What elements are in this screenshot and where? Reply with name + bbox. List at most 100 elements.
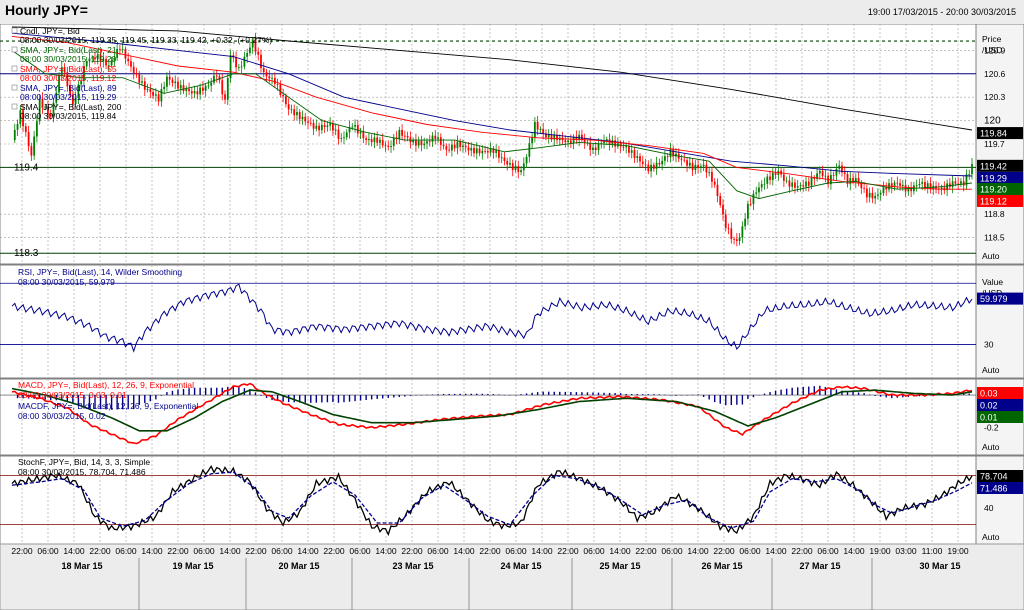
candle bbox=[818, 170, 821, 174]
rsi-legend-value: 08:00 30/03/2015, 59.979 bbox=[18, 277, 115, 287]
macd-histogram-bar bbox=[337, 395, 340, 403]
macd-legend-name: MACD, JPY=, Bid(Last), 12, 26, 9, Expone… bbox=[18, 380, 194, 390]
macd-histogram-bar bbox=[797, 387, 799, 396]
candle bbox=[312, 123, 315, 129]
candle bbox=[13, 129, 16, 141]
macd-histogram-bar bbox=[426, 394, 428, 396]
macd-histogram-bar bbox=[664, 394, 666, 396]
candle bbox=[791, 182, 794, 187]
candle bbox=[152, 91, 154, 96]
price-auto-button[interactable]: Auto bbox=[982, 251, 1000, 261]
rsi-tick-label: 30 bbox=[984, 339, 994, 349]
candle bbox=[666, 156, 669, 158]
candle bbox=[636, 156, 639, 159]
candle bbox=[450, 144, 453, 151]
candle bbox=[437, 137, 439, 139]
candle bbox=[650, 164, 652, 172]
time-tick-label: 22:00 bbox=[713, 546, 735, 556]
time-tick-label: 06:00 bbox=[115, 546, 137, 556]
legend-checkbox[interactable] bbox=[11, 84, 18, 91]
macd-histogram-bar bbox=[603, 392, 605, 396]
time-tick-label: 14:00 bbox=[219, 546, 241, 556]
candle bbox=[752, 193, 755, 204]
candle bbox=[533, 121, 536, 138]
candle bbox=[318, 125, 320, 131]
candle bbox=[954, 181, 957, 184]
time-tick-label: 06:00 bbox=[193, 546, 215, 556]
macd-histogram-bar bbox=[254, 392, 257, 396]
macd-histogram-bar bbox=[210, 387, 212, 396]
rsi-auto-button[interactable]: Auto bbox=[982, 365, 1000, 375]
time-tick-label: 14:00 bbox=[297, 546, 319, 556]
candle bbox=[924, 182, 926, 188]
time-tick-label: 06:00 bbox=[817, 546, 839, 556]
macd-histogram-bar bbox=[509, 395, 511, 396]
candle bbox=[863, 188, 866, 189]
time-tick-label: 11:00 bbox=[922, 546, 943, 556]
candle bbox=[807, 181, 810, 186]
candle bbox=[426, 141, 428, 144]
candle bbox=[243, 56, 246, 67]
macd-histogram-bar bbox=[564, 391, 567, 396]
candle bbox=[265, 72, 268, 77]
macd-histogram-bar bbox=[559, 391, 561, 396]
price-legend-value: 08:00 30/03/2015, 119.35, 119.45, 119.33… bbox=[20, 35, 272, 45]
candle bbox=[782, 174, 785, 181]
stoch-value-label: 71.486 bbox=[980, 484, 1008, 494]
candle bbox=[697, 164, 700, 168]
legend-checkbox[interactable] bbox=[11, 103, 18, 110]
legend-checkbox[interactable] bbox=[11, 46, 18, 53]
time-tick-label: 22:00 bbox=[557, 546, 579, 556]
macd-histogram-bar bbox=[708, 395, 710, 400]
candle bbox=[185, 88, 188, 92]
candle bbox=[882, 187, 885, 194]
candle bbox=[226, 78, 229, 100]
candle bbox=[564, 140, 567, 143]
candle bbox=[221, 80, 224, 95]
legend-checkbox[interactable] bbox=[11, 27, 18, 34]
candle bbox=[766, 176, 769, 184]
macd-histogram-bar bbox=[852, 391, 854, 396]
candle bbox=[168, 76, 171, 80]
candle bbox=[542, 129, 545, 134]
candle bbox=[628, 146, 630, 153]
macd-value-label: 0.02 bbox=[980, 401, 998, 411]
candle bbox=[315, 125, 318, 129]
stoch-auto-button[interactable]: Auto bbox=[982, 532, 1000, 542]
stoch-axis-area bbox=[975, 455, 1024, 545]
candle bbox=[235, 57, 237, 68]
candle bbox=[661, 160, 664, 165]
macd-histogram-bar bbox=[160, 395, 163, 396]
candle bbox=[531, 137, 534, 144]
candle bbox=[481, 150, 484, 154]
candle bbox=[918, 183, 921, 186]
macd-histogram-bar bbox=[697, 394, 699, 396]
candle bbox=[622, 146, 625, 148]
legend-checkbox[interactable] bbox=[11, 65, 18, 72]
chart-canvas[interactable]: 120.9120.6120.3120119.7118.8118.5Price/U… bbox=[0, 24, 1024, 610]
macd-tick-label: -0.2 bbox=[984, 423, 999, 433]
candle bbox=[683, 159, 686, 161]
macd-histogram-bar bbox=[608, 392, 611, 396]
time-tick-label: 22:00 bbox=[89, 546, 111, 556]
candle bbox=[367, 138, 370, 141]
candle bbox=[356, 124, 359, 134]
candle bbox=[177, 81, 179, 89]
macd-auto-button[interactable]: Auto bbox=[982, 442, 1000, 452]
candle bbox=[755, 192, 758, 194]
macd-histogram-bar bbox=[885, 395, 887, 398]
macd-histogram-bar bbox=[216, 387, 218, 396]
candle bbox=[691, 162, 694, 171]
candle bbox=[135, 73, 138, 75]
candle bbox=[262, 68, 265, 73]
macd-histogram-bar bbox=[553, 391, 555, 396]
candle bbox=[639, 156, 641, 162]
macd-histogram-bar bbox=[758, 395, 760, 396]
candle bbox=[141, 81, 143, 83]
macd-histogram-bar bbox=[780, 389, 782, 396]
macdf-legend-value: 08:00 30/03/2015, 0.02 bbox=[18, 411, 106, 421]
candle bbox=[877, 194, 879, 196]
candle bbox=[733, 239, 735, 240]
macd-histogram-bar bbox=[747, 395, 749, 400]
candle bbox=[127, 58, 130, 62]
